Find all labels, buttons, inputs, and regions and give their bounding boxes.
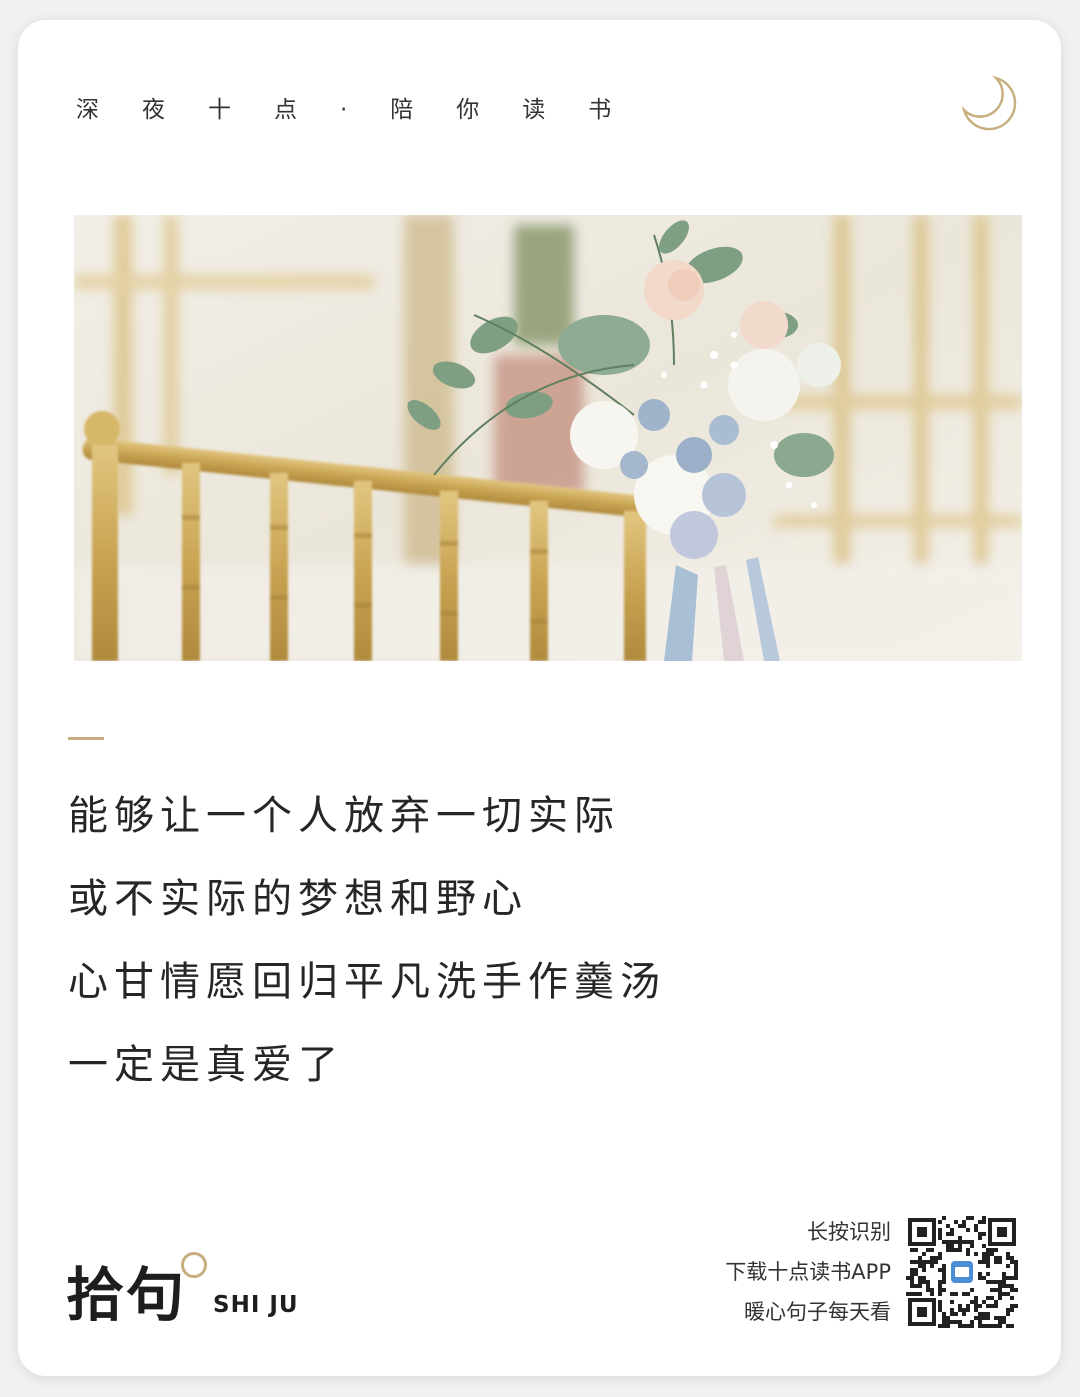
brand-logo: 拾句 SHI JU: [66, 1248, 326, 1329]
quote-text: 能够让一个人放弃一切实际 或不实际的梦想和野心 心甘情愿回归平凡洗手作羹汤 一定…: [68, 788, 666, 1120]
quote-line: 一定是真爱了: [68, 1042, 344, 1088]
quote-line: 心甘情愿回归平凡洗手作羹汤: [68, 959, 666, 1005]
brand-ring-icon: [181, 1252, 207, 1278]
poster-card: 深夜十点·陪你读书 能够让一个人放弃一切实际 或不实际的梦想和野心 心甘情愿回归…: [18, 20, 1061, 1376]
moon-icon: [958, 72, 1020, 134]
promo-line-2: 下载十点读书APP: [725, 1260, 891, 1284]
brand-name-cn: 拾句: [66, 1261, 187, 1329]
brand-name-en: SHI JU: [213, 1292, 299, 1318]
app-promo: 长按识别 下载十点读书APP 暖心句子每天看: [725, 1212, 891, 1332]
quote-line: 能够让一个人放弃一切实际: [68, 793, 620, 839]
photo-image: [74, 215, 1022, 661]
header-slogan: 深夜十点·陪你读书: [76, 97, 655, 123]
qr-code-icon[interactable]: [906, 1216, 1018, 1328]
quote-line: 或不实际的梦想和野心: [68, 876, 528, 922]
promo-line-1: 长按识别: [807, 1220, 891, 1244]
promo-line-3: 暖心句子每天看: [744, 1300, 891, 1324]
gold-accent-bar: [68, 737, 104, 740]
